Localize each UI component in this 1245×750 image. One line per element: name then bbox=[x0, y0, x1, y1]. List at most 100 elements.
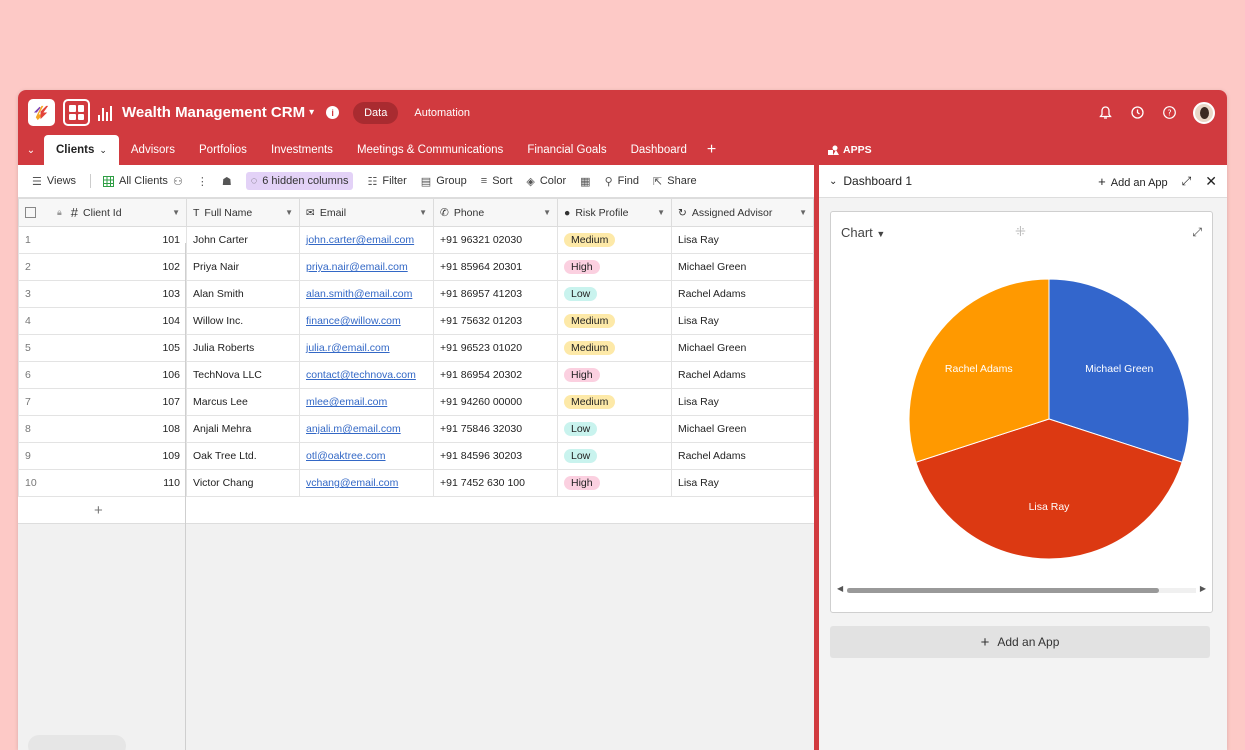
tab-clients[interactable]: Clients ⌄ bbox=[44, 135, 119, 165]
row-height-icon[interactable]: ▦ bbox=[580, 175, 590, 188]
tab-portfolios[interactable]: Portfolios bbox=[187, 135, 259, 165]
share-button[interactable]: ⇱ Share bbox=[653, 175, 697, 188]
expand-icon[interactable]: ⤢ bbox=[1182, 174, 1192, 189]
table-row[interactable]: 2 102 Priya Nair priya.nair@email.com +91 85… bbox=[18, 253, 814, 281]
advisor-cell[interactable]: Rachel Adams bbox=[671, 442, 814, 470]
row-number-id[interactable]: 3 103 bbox=[18, 280, 187, 308]
advisor-cell[interactable]: Lisa Ray bbox=[671, 388, 814, 416]
email-link[interactable]: john.carter@email.com bbox=[306, 234, 414, 246]
full-name-cell[interactable]: Victor Chang bbox=[186, 469, 300, 497]
dashboard-title[interactable]: Dashboard 1 bbox=[843, 174, 912, 188]
advisor-cell[interactable]: Lisa Ray bbox=[671, 226, 814, 254]
phone-cell[interactable]: +91 84596 30203 bbox=[433, 442, 558, 470]
full-name-cell[interactable]: Marcus Lee bbox=[186, 388, 300, 416]
advisor-cell[interactable]: Rachel Adams bbox=[671, 280, 814, 308]
caret-down-icon[interactable]: ▼ bbox=[285, 208, 293, 217]
table-row[interactable]: 9 109 Oak Tree Ltd. otl@oaktree.com +91 8459… bbox=[18, 442, 814, 470]
row-number-id[interactable]: 1 101 bbox=[18, 226, 187, 254]
email-cell[interactable]: julia.r@email.com bbox=[299, 334, 434, 362]
table-row[interactable]: 6 106 TechNova LLC contact@technova.com +91 … bbox=[18, 361, 814, 389]
full-name-cell[interactable]: John Carter bbox=[186, 226, 300, 254]
group-button[interactable]: ▤ Group bbox=[421, 175, 467, 188]
add-app-link[interactable]: + Add an App bbox=[1098, 174, 1167, 189]
col-risk-profile[interactable]: ● Risk Profile ▼ bbox=[557, 198, 672, 227]
phone-cell[interactable]: +91 7452 630 100 bbox=[433, 469, 558, 497]
chart-menu[interactable]: Chart ▼ bbox=[841, 225, 885, 240]
col-phone[interactable]: ✆ Phone ▼ bbox=[433, 198, 558, 227]
hidden-columns-button[interactable]: ◌ 6 hidden columns bbox=[245, 172, 354, 190]
phone-cell[interactable]: +91 96321 02030 bbox=[433, 226, 558, 254]
tab-meetings[interactable]: Meetings & Communications bbox=[345, 135, 515, 165]
caret-down-icon[interactable]: ▼ bbox=[657, 208, 665, 217]
email-cell[interactable]: mlee@email.com bbox=[299, 388, 434, 416]
history-icon[interactable] bbox=[1129, 105, 1145, 121]
app-logo[interactable] bbox=[28, 99, 55, 126]
caret-down-icon[interactable]: ▼ bbox=[799, 208, 807, 217]
info-icon[interactable]: i bbox=[326, 106, 340, 119]
full-name-cell[interactable]: Alan Smith bbox=[186, 280, 300, 308]
advisor-cell[interactable]: Michael Green bbox=[671, 253, 814, 281]
filter-button[interactable]: ☷ Filter bbox=[367, 175, 406, 188]
full-name-cell[interactable]: Julia Roberts bbox=[186, 334, 300, 362]
arrow-left-icon[interactable]: ◀ bbox=[837, 584, 843, 593]
email-link[interactable]: finance@willow.com bbox=[306, 315, 401, 327]
col-email[interactable]: ✉ Email ▼ bbox=[299, 198, 434, 227]
phone-cell[interactable]: +91 94260 00000 bbox=[433, 388, 558, 416]
add-tab-button[interactable]: + bbox=[699, 135, 724, 165]
risk-cell[interactable]: Medium bbox=[557, 334, 672, 362]
phone-cell[interactable]: +91 86957 41203 bbox=[433, 280, 558, 308]
add-record-button[interactable] bbox=[28, 735, 126, 750]
phone-cell[interactable]: +91 85964 20301 bbox=[433, 253, 558, 281]
table-row[interactable]: 10 110 Victor Chang vchang@email.com +91 745… bbox=[18, 469, 814, 497]
risk-cell[interactable]: Low bbox=[557, 280, 672, 308]
email-link[interactable]: vchang@email.com bbox=[306, 477, 398, 489]
apps-grid-icon[interactable] bbox=[63, 99, 90, 126]
row-number-id[interactable]: 8 108 bbox=[18, 415, 187, 443]
email-cell[interactable]: john.carter@email.com bbox=[299, 226, 434, 254]
sort-button[interactable]: ≡ Sort bbox=[481, 175, 513, 187]
risk-cell[interactable]: High bbox=[557, 253, 672, 281]
table-row[interactable]: 1 101 John Carter john.carter@email.com +91 … bbox=[18, 226, 814, 254]
risk-cell[interactable]: High bbox=[557, 469, 672, 497]
drag-handle-icon[interactable]: ⁜ bbox=[1015, 224, 1026, 240]
advisor-cell[interactable]: Michael Green bbox=[671, 415, 814, 443]
row-number-id[interactable]: 4 104 bbox=[18, 307, 187, 335]
arrow-right-icon[interactable]: ▶ bbox=[1200, 584, 1206, 593]
phone-cell[interactable]: +91 75846 32030 bbox=[433, 415, 558, 443]
email-cell[interactable]: alan.smith@email.com bbox=[299, 280, 434, 308]
email-link[interactable]: otl@oaktree.com bbox=[306, 450, 386, 462]
col-full-name[interactable]: T Full Name ▼ bbox=[186, 198, 300, 227]
chevron-down-icon[interactable]: ⌄ bbox=[829, 176, 837, 187]
find-button[interactable]: ⚲ Find bbox=[605, 175, 639, 188]
row-number-id[interactable]: 5 105 bbox=[18, 334, 187, 362]
nav-data[interactable]: Data bbox=[353, 101, 399, 124]
risk-cell[interactable]: Medium bbox=[557, 307, 672, 335]
scroll-thumb[interactable] bbox=[847, 588, 1159, 593]
full-name-cell[interactable]: Oak Tree Ltd. bbox=[186, 442, 300, 470]
full-name-cell[interactable]: Willow Inc. bbox=[186, 307, 300, 335]
table-row[interactable]: 3 103 Alan Smith alan.smith@email.com +91 86… bbox=[18, 280, 814, 308]
tabs-chevron-icon[interactable]: ⌄ bbox=[18, 135, 44, 165]
col-client-id[interactable]: 🔒︎ # Client Id ▼ bbox=[18, 198, 187, 227]
email-cell[interactable]: anjali.m@email.com bbox=[299, 415, 434, 443]
tab-advisors[interactable]: Advisors bbox=[119, 135, 187, 165]
email-cell[interactable]: otl@oaktree.com bbox=[299, 442, 434, 470]
table-row[interactable]: 8 108 Anjali Mehra anjali.m@email.com +91 75… bbox=[18, 415, 814, 443]
tab-financial-goals[interactable]: Financial Goals bbox=[515, 135, 618, 165]
risk-cell[interactable]: High bbox=[557, 361, 672, 389]
advisor-cell[interactable]: Michael Green bbox=[671, 334, 814, 362]
close-icon[interactable]: ✕ bbox=[1205, 173, 1217, 190]
more-icon[interactable]: ⋮ bbox=[197, 175, 208, 188]
full-name-cell[interactable]: TechNova LLC bbox=[186, 361, 300, 389]
phone-cell[interactable]: +91 86954 20302 bbox=[433, 361, 558, 389]
advisor-cell[interactable]: Lisa Ray bbox=[671, 469, 814, 497]
view-selector[interactable]: All Clients ⚇ bbox=[103, 175, 183, 188]
email-link[interactable]: alan.smith@email.com bbox=[306, 288, 412, 300]
row-number-id[interactable]: 6 106 bbox=[18, 361, 187, 389]
bell-icon[interactable] bbox=[1097, 105, 1113, 121]
email-cell[interactable]: contact@technova.com bbox=[299, 361, 434, 389]
email-link[interactable]: mlee@email.com bbox=[306, 396, 387, 408]
tab-investments[interactable]: Investments bbox=[259, 135, 345, 165]
add-app-button[interactable]: + Add an App bbox=[830, 626, 1210, 658]
table-row[interactable]: 4 104 Willow Inc. finance@willow.com +91 756… bbox=[18, 307, 814, 335]
